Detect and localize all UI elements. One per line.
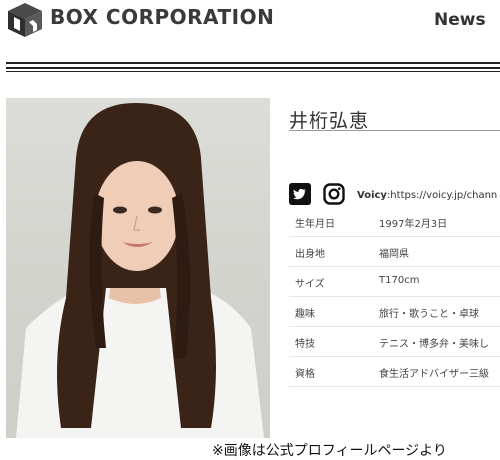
profile-row-key: 資格 (295, 369, 315, 380)
profile-row-birthday: 生年月日 1997年2月3日 (289, 207, 500, 237)
profile-table: 生年月日 1997年2月3日 出身地 福岡県 サイズ T170cm 趣味 旅行・… (289, 207, 500, 387)
profile-row-key: 生年月日 (295, 219, 335, 230)
profile-photo (6, 98, 270, 438)
profile-row-key: サイズ (295, 279, 325, 290)
profile-row-value: 旅行・歌うこと・卓球 (379, 309, 479, 320)
brand-name[interactable]: BOX CORPORATION (50, 5, 274, 29)
profile-row-key: 特技 (295, 339, 315, 350)
profile-name: 井桁弘恵 (289, 110, 370, 132)
profile-row-value: テニス・博多弁・美味し (379, 339, 489, 350)
site-header: BOX CORPORATION News (0, 0, 500, 44)
profile-row-value: 福岡県 (379, 249, 409, 260)
profile-row-hobby: 趣味 旅行・歌うこと・卓球 (289, 297, 500, 327)
header-divider (6, 67, 500, 69)
nav-news-link[interactable]: News (434, 10, 486, 30)
voicy-link[interactable]: Voicy:https://voicy.jp/chann (357, 190, 497, 201)
profile-row-birthplace: 出身地 福岡県 (289, 237, 500, 267)
profile-row-value: 食生活アドバイザー三級 (379, 369, 489, 380)
box-logo-icon[interactable] (6, 2, 44, 38)
header-divider (6, 71, 500, 72)
profile-row-qualification: 資格 食生活アドバイザー三級 (289, 357, 500, 387)
name-underline (289, 130, 500, 131)
profile-row-key: 趣味 (295, 309, 315, 320)
portrait-illustration (16, 103, 264, 438)
voicy-url: :https://voicy.jp/chann (386, 190, 498, 201)
twitter-icon[interactable] (289, 183, 311, 205)
profile-row-skill: 特技 テニス・博多弁・美味し (289, 327, 500, 357)
instagram-icon[interactable] (323, 183, 345, 205)
profile-row-size: サイズ T170cm (289, 267, 500, 297)
profile-row-value: 1997年2月3日 (379, 219, 448, 230)
header-divider (6, 62, 500, 64)
profile-row-key: 出身地 (295, 249, 325, 260)
profile-row-value: T170cm (379, 275, 420, 286)
voicy-label: Voicy (357, 190, 387, 201)
image-credit: ※画像は公式プロフィールページより (212, 443, 447, 459)
